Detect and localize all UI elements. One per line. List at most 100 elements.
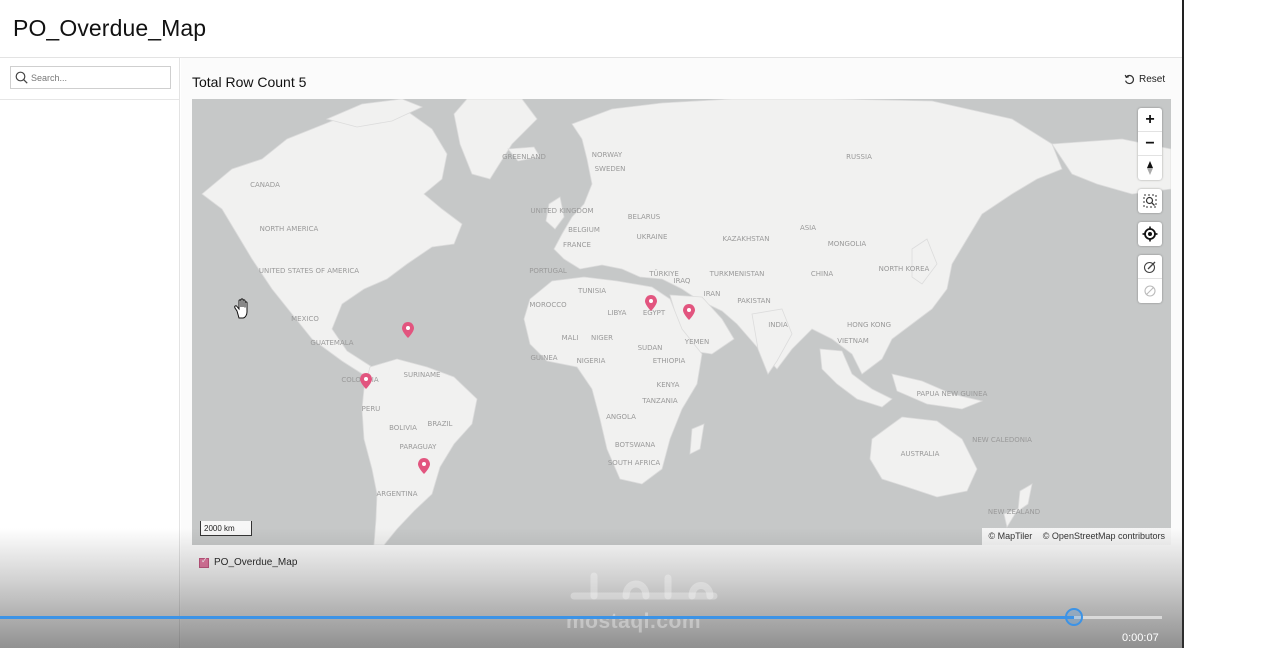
map-label: ASIA: [800, 224, 816, 232]
sidebar: [0, 58, 180, 648]
map-label: SURINAME: [404, 371, 441, 379]
draw-controls: [1138, 255, 1162, 303]
map-label: HONG KONG: [847, 321, 891, 329]
hand-cursor-icon: [234, 298, 248, 319]
map-label: PAKISTAN: [737, 297, 770, 305]
map-scale: 2000 km: [200, 521, 252, 536]
map-label: ANGOLA: [606, 413, 636, 421]
map-attribution: © MapTiler © OpenStreetMap contributors: [982, 528, 1171, 545]
clear-drawing-button[interactable]: [1138, 279, 1162, 303]
map-label: MONGOLIA: [828, 240, 867, 248]
video-progress-bar[interactable]: [0, 608, 1162, 626]
map-label: CHINA: [811, 270, 833, 278]
map-label: NIGERIA: [577, 357, 606, 365]
map-label: BELARUS: [628, 213, 661, 221]
map-label: TUNISIA: [577, 287, 606, 295]
map-label: FRANCE: [563, 241, 591, 249]
zoom-fit-control: [1138, 189, 1162, 213]
map-label: KAZAKHSTAN: [723, 235, 770, 243]
map-label: NEW ZEALAND: [988, 508, 1040, 516]
compass-button[interactable]: [1138, 156, 1162, 180]
zoom-to-fit-icon: [1143, 194, 1157, 208]
map-label: SOUTH AFRICA: [608, 459, 660, 467]
zoom-in-button[interactable]: +: [1138, 108, 1162, 132]
video-progress-knob[interactable]: [1064, 608, 1083, 626]
map-label: NIGER: [591, 334, 613, 342]
map-label: UNITED STATES OF AMERICA: [259, 267, 359, 275]
map-label: GREENLAND: [502, 153, 546, 161]
map-label: BOLIVIA: [389, 424, 417, 432]
video-progress-fill: [0, 616, 1074, 619]
attribution-osm-link[interactable]: © OpenStreetMap contributors: [1043, 531, 1165, 541]
map-label: BOTSWANA: [615, 441, 655, 449]
zoom-out-button[interactable]: −: [1138, 132, 1162, 156]
draw-button[interactable]: [1138, 255, 1162, 279]
map-label: INDIA: [768, 321, 788, 329]
app-window: PO_Overdue_Map Total Row Count 5 Reset: [0, 0, 1184, 648]
search-icon: [15, 71, 28, 84]
map-label: MALI: [562, 334, 579, 342]
map-label: MOROCCO: [529, 301, 567, 309]
locate-control: [1138, 222, 1162, 246]
map-marker[interactable]: [402, 322, 414, 338]
map-label: IRAQ: [674, 277, 691, 285]
map-label: COLOMBIA: [341, 376, 378, 384]
world-map[interactable]: GREENLAND NORWAY SWEDEN RUSSIA CANADA NO…: [192, 99, 1171, 545]
attribution-maptiler-link[interactable]: © MapTiler: [988, 531, 1032, 541]
map-label: UKRAINE: [637, 233, 668, 241]
map-label: ARGENTINA: [376, 490, 417, 498]
map-label: GUINEA: [530, 354, 557, 362]
map-label: NORTH KOREA: [879, 265, 930, 273]
map-label: GUATEMALA: [310, 339, 353, 347]
map-label: MEXICO: [291, 315, 319, 323]
map-label: LIBYA: [608, 309, 627, 317]
map-label: KENYA: [657, 381, 680, 389]
page-title: PO_Overdue_Map: [13, 15, 207, 41]
reset-button[interactable]: Reset: [1124, 74, 1165, 85]
map-label: PARAGUAY: [400, 443, 438, 451]
map-panel: Total Row Count 5 Reset GREENLAND NORWAY…: [181, 58, 1182, 648]
clear-icon: [1144, 285, 1156, 297]
map-label: TURKMENISTAN: [709, 270, 765, 278]
reset-icon: [1124, 74, 1135, 85]
sidebar-divider: [0, 99, 179, 100]
locate-icon: [1142, 226, 1158, 242]
map-label: BELGIUM: [568, 226, 600, 234]
legend-checkbox[interactable]: [199, 556, 209, 568]
map-label: BRAZIL: [428, 420, 453, 428]
map-label: PORTUGAL: [529, 267, 567, 275]
map-label: PAPUA NEW GUINEA: [917, 390, 988, 398]
zoom-to-fit-button[interactable]: [1138, 189, 1162, 213]
map-label: ETHIOPIA: [653, 357, 686, 365]
map-label: YEMEN: [684, 338, 709, 346]
legend-label: PO_Overdue_Map: [214, 557, 298, 568]
title-bar: PO_Overdue_Map: [0, 0, 1182, 58]
legend-item[interactable]: PO_Overdue_Map: [199, 556, 298, 568]
map-label: EGYPT: [643, 309, 666, 317]
map-label: UNITED KINGDOM: [531, 207, 594, 215]
compass-icon: [1147, 161, 1153, 175]
map-label: NEW CALEDONIA: [972, 436, 1032, 444]
map-label: PERU: [362, 405, 381, 413]
map-label: NORWAY: [592, 151, 623, 159]
mostaql-logo-icon: [570, 572, 718, 600]
draw-icon: [1143, 261, 1156, 273]
map-canvas[interactable]: GREENLAND NORWAY SWEDEN RUSSIA CANADA NO…: [192, 99, 1171, 545]
map-label: NORTH AMERICA: [260, 225, 319, 233]
row-count-label: Total Row Count 5: [192, 74, 307, 90]
map-label: SWEDEN: [595, 165, 626, 173]
map-label: RUSSIA: [846, 153, 872, 161]
search-box[interactable]: [10, 66, 171, 89]
map-label: IRAN: [704, 290, 721, 298]
map-label: VIETNAM: [837, 337, 869, 345]
reset-label: Reset: [1139, 74, 1166, 85]
zoom-controls: + −: [1138, 108, 1162, 180]
map-label: CANADA: [250, 181, 280, 189]
map-label: SUDAN: [638, 344, 663, 352]
map-label: TANZANIA: [641, 397, 678, 405]
locate-button[interactable]: [1138, 222, 1162, 246]
map-label: AUSTRALIA: [901, 450, 940, 458]
watermark-text: mostaql.com: [566, 610, 702, 633]
video-timecode: 0:00:07: [1122, 632, 1159, 644]
search-input[interactable]: [31, 69, 167, 86]
